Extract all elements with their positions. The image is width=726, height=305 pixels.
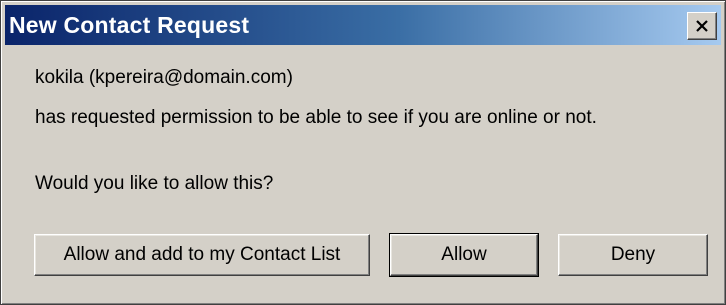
close-icon (695, 19, 709, 33)
allow-and-add-button[interactable]: Allow and add to my Contact List (34, 234, 370, 276)
contact-request-dialog: New Contact Request kokila (kpereira@dom… (0, 0, 726, 305)
dialog-title: New Contact Request (9, 11, 250, 38)
question-text: Would you like to allow this? (35, 173, 274, 194)
permission-text: has requested permission to be able to s… (35, 107, 597, 128)
requester-line: kokila (kpereira@domain.com) (35, 67, 293, 88)
close-button[interactable] (687, 12, 717, 40)
title-bar[interactable]: New Contact Request (5, 5, 721, 45)
allow-button[interactable]: Allow (389, 233, 539, 277)
deny-button[interactable]: Deny (558, 234, 708, 276)
